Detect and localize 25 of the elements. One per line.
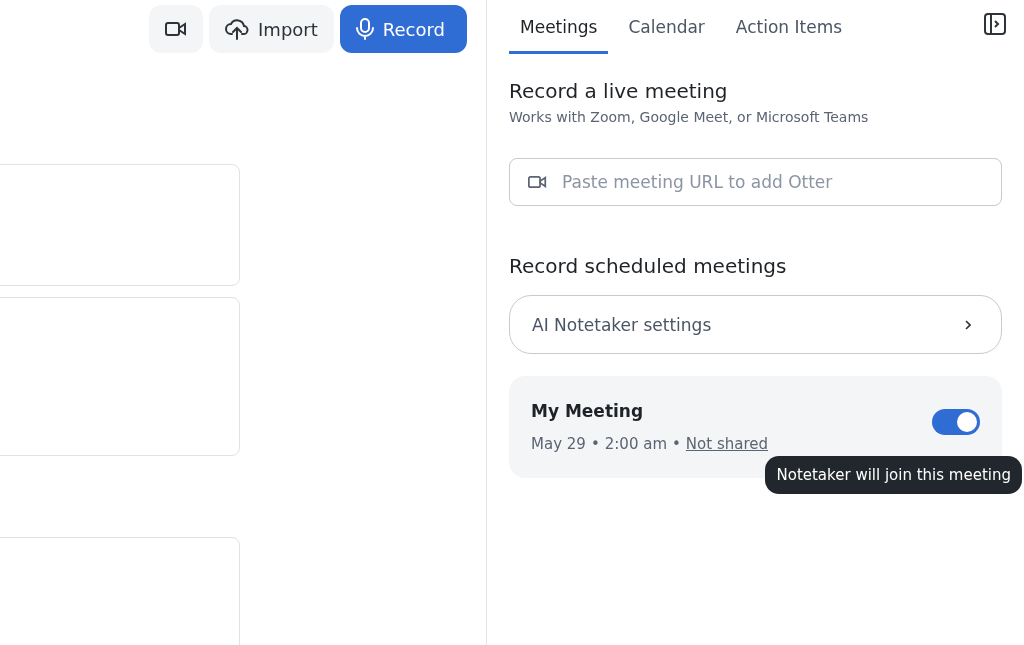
sharing-link[interactable]: Not shared — [685, 435, 768, 453]
section-subtitle: Works with Zoom, Google Meet, or Microsoft Teams — [509, 109, 870, 125]
cloud-upload-icon — [225, 18, 250, 40]
microphone-icon — [355, 18, 374, 40]
video-camera-icon — [528, 175, 547, 189]
meeting-date: May 29 — [531, 435, 586, 453]
tab[interactable]: Calendar — [617, 0, 716, 54]
chevron-right-icon — [965, 319, 971, 330]
meeting-title: My Meeting — [531, 401, 645, 421]
tooltip: Notetaker will join this meeting — [765, 456, 1022, 494]
tab[interactable]: Meetings — [509, 0, 609, 54]
meeting-time: 2:00 am — [604, 435, 667, 453]
meeting-url-field[interactable]: Paste meeting URL to add Otter — [509, 158, 1002, 206]
tab[interactable]: Action Items — [724, 0, 854, 54]
notetaker-toggle[interactable] — [932, 409, 980, 435]
video-camera-icon — [165, 21, 188, 37]
record-button[interactable]: Record — [339, 5, 467, 53]
sidebar-toggle-icon[interactable] — [984, 13, 1006, 35]
import-button[interactable]: Import — [209, 5, 334, 53]
video-button[interactable] — [149, 5, 204, 53]
separator: • — [672, 435, 681, 453]
section-title: Record scheduled meetings — [509, 254, 788, 278]
section-title: Record a live meeting — [509, 79, 729, 103]
notetaker-settings-button[interactable]: AI Notetaker settings — [509, 295, 1002, 354]
separator: • — [590, 435, 600, 453]
